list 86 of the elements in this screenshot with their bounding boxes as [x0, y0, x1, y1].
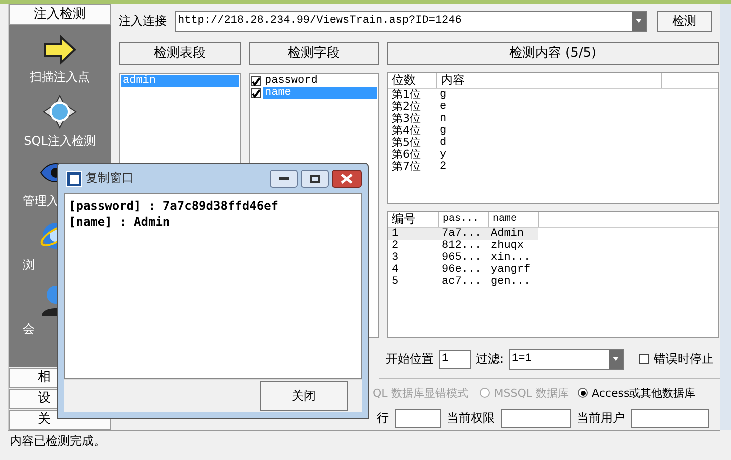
- column-header[interactable]: pas...: [439, 212, 489, 227]
- filter-value: 1=1: [511, 353, 533, 365]
- text-area[interactable]: [password] : 7a7c89d38ffd46ef [name] : Admin: [64, 193, 362, 379]
- url-value: http://218.28.234.99/ViewsTrain.asp?ID=1246: [177, 15, 463, 27]
- column-header[interactable]: name: [489, 212, 539, 227]
- table-cell-text: 第2位: [391, 101, 422, 113]
- url-combo[interactable]: http://218.28.234.99/ViewsTrain.asp?ID=1246: [175, 10, 647, 32]
- table-cell-text: Admin: [490, 228, 526, 240]
- table-cell-text: ac7...: [441, 276, 483, 288]
- field-label: 行: [377, 410, 389, 426]
- radio-label: MSSQL 数据库: [494, 386, 570, 400]
- text-line: [name] : Admin: [69, 214, 172, 230]
- text-line: [password] : 7a7c89d38ffd46ef: [69, 198, 280, 214]
- table-cell-text: 3: [391, 252, 400, 264]
- minimize-button[interactable]: [270, 170, 298, 188]
- table-cell-text: zhuqx: [490, 240, 526, 252]
- table-cell-text: 2: [439, 161, 448, 173]
- close-icon: [341, 174, 353, 184]
- maximize-button[interactable]: [301, 170, 329, 188]
- checkbox-label: 错误时停止: [654, 350, 714, 368]
- table-row[interactable]: 2 812... zhuqx: [388, 240, 538, 252]
- table-cell-text: gen...: [490, 276, 532, 288]
- table-row[interactable]: 5 ac7... gen...: [388, 276, 538, 288]
- sidebar-item[interactable]: 扫描注入点: [30, 69, 90, 86]
- table-cell-text: g: [439, 125, 448, 137]
- table-cell-text: 5: [391, 276, 400, 288]
- table-cell-text: 7a7...: [441, 228, 483, 240]
- table-cell-text: 第4位: [391, 125, 422, 137]
- info-field[interactable]: [501, 408, 571, 428]
- table-cell-text: 第5位: [391, 137, 422, 149]
- field-label: 当前权限: [447, 410, 495, 426]
- url-label: 注入连接: [119, 12, 167, 30]
- dialog-title: 复制窗口: [86, 170, 134, 187]
- checkbox[interactable]: [639, 354, 650, 364]
- radio-button[interactable]: [578, 388, 588, 398]
- filter-label: 过滤:: [476, 350, 504, 368]
- list-item[interactable]: password: [263, 75, 377, 87]
- table-cell-text: 第3位: [391, 113, 422, 125]
- close-button[interactable]: 关闭: [260, 381, 348, 411]
- column-header[interactable]: 编号: [388, 212, 439, 227]
- checkbox[interactable]: [251, 88, 261, 98]
- table-cell-text: 96e...: [441, 264, 483, 276]
- close-button[interactable]: [332, 170, 362, 188]
- radio-label: Access或其他数据库: [592, 386, 696, 400]
- table-row[interactable]: 4 96e... yangrf: [388, 264, 538, 276]
- table-cell-text: y: [439, 149, 448, 161]
- start-label: 开始位置: [386, 350, 434, 368]
- table-row[interactable]: 3 965... xin...: [388, 252, 538, 264]
- panel-header: 检测字段: [249, 42, 379, 65]
- table-cell-text: 812...: [441, 240, 483, 252]
- table-cell-text: 4: [391, 264, 400, 276]
- column-header[interactable]: 位数: [388, 73, 437, 88]
- start-field[interactable]: 1: [439, 350, 471, 368]
- radio-label: QL 数据库显错模式: [373, 386, 468, 400]
- table-cell-text: g: [439, 89, 448, 101]
- filter-combo[interactable]: 1=1: [509, 348, 624, 370]
- table-cell-text: 第6位: [391, 149, 422, 161]
- sidebar-tab[interactable]: 注入检测: [9, 4, 111, 25]
- sidebar-item[interactable]: SQL注入检测: [24, 133, 96, 150]
- table-cell-text: 1: [391, 228, 400, 240]
- table-cell-text: n: [439, 113, 448, 125]
- table-cell-text: 第1位: [391, 89, 422, 101]
- info-field[interactable]: [631, 408, 709, 428]
- maximize-icon: [310, 174, 320, 182]
- panel-header: 检测表段: [119, 42, 241, 65]
- panel-header: 检测内容 (5/5): [387, 42, 719, 65]
- detect-button[interactable]: 检测: [657, 10, 712, 32]
- status-text: 内容已检测完成。: [10, 434, 106, 448]
- table-cell-text: 第7位: [391, 161, 422, 173]
- globe-icon[interactable]: [43, 95, 77, 129]
- table-row[interactable]: 1 7a7... Admin: [388, 228, 538, 240]
- info-field[interactable]: [395, 408, 441, 428]
- sidebar-item[interactable]: 会: [23, 321, 35, 338]
- sidebar-item[interactable]: 浏: [23, 257, 35, 274]
- checkbox[interactable]: [251, 76, 261, 86]
- app-icon: [66, 170, 82, 186]
- field-label: 当前用户: [577, 410, 625, 426]
- table-cell-text: d: [439, 137, 448, 149]
- column-header[interactable]: 内容: [437, 73, 662, 88]
- table-cell-text: 965...: [441, 252, 483, 264]
- minimize-icon: [279, 176, 289, 180]
- table-cell-text: yangrf: [490, 264, 532, 276]
- table-cell-text: xin...: [490, 252, 532, 264]
- arrow-icon[interactable]: [43, 35, 77, 65]
- table-cell-text: e: [439, 101, 448, 113]
- table-cell-text: 2: [391, 240, 400, 252]
